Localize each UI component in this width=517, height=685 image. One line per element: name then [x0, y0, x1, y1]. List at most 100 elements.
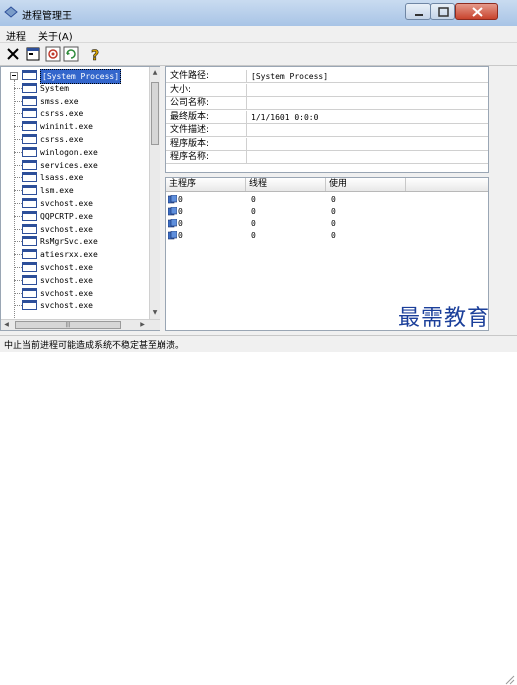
minimize-button[interactable]	[405, 3, 431, 20]
module-icon	[168, 207, 177, 216]
module-icon	[168, 231, 177, 240]
info-key: 程序名称:	[170, 152, 210, 162]
thread-row[interactable]: 0 0 0	[166, 218, 488, 230]
tree-item[interactable]: winlogon.exe	[1, 146, 151, 159]
tree-item-label: svchost.exe	[40, 199, 93, 208]
collapse-icon[interactable]	[10, 72, 18, 80]
app-logo-icon	[4, 6, 18, 18]
tree-item[interactable]: services.exe	[1, 159, 151, 172]
process-icon	[22, 274, 37, 285]
process-icon	[22, 223, 37, 234]
toolbar: ?	[0, 43, 517, 66]
process-icon	[22, 95, 37, 106]
refresh-icon[interactable]	[62, 45, 80, 63]
tree-item[interactable]: csrss.exe	[1, 107, 151, 120]
resize-grip-icon[interactable]	[503, 673, 515, 685]
status-bar: 中止当前进程可能造成系统不稳定甚至崩溃。	[0, 335, 517, 685]
thread-row[interactable]: 0 0 0	[166, 206, 488, 218]
menu-process[interactable]: 进程	[6, 28, 26, 43]
process-icon	[22, 236, 37, 247]
tree-item[interactable]: System	[1, 82, 151, 95]
help-icon[interactable]: ?	[86, 45, 104, 63]
column-header-thread[interactable]: 线程	[246, 178, 326, 191]
close-x-icon[interactable]	[4, 45, 22, 63]
maximize-button[interactable]	[430, 3, 455, 20]
tree-item[interactable]: atiesrxx.exe	[1, 248, 151, 261]
scroll-thumb-horizontal[interactable]: |||	[15, 321, 121, 329]
tree-item[interactable]: svchost.exe	[1, 223, 151, 236]
tree-item[interactable]: svchost.exe	[1, 261, 151, 274]
column-divider	[246, 137, 247, 151]
close-window-button[interactable]	[455, 3, 498, 20]
tree-item[interactable]: svchost.exe	[1, 287, 151, 300]
tree-item-label: services.exe	[40, 160, 98, 170]
tree-item-label: lsass.exe	[40, 173, 84, 183]
process-icon	[22, 262, 37, 272]
tree-item[interactable]: csrss.exe	[1, 133, 151, 146]
thread-list-header: 主程序 线程 使用	[166, 178, 488, 192]
tree-horizontal-scrollbar[interactable]: ◀ ||| ▶	[1, 319, 160, 330]
thread-cell-thread: 0	[251, 195, 256, 204]
thread-row[interactable]: 0 0 0	[166, 230, 488, 242]
process-tree[interactable]: [System Process] System smss.exe csrss.exe…	[0, 66, 160, 331]
column-divider	[246, 124, 247, 137]
tree-item-label: svchost.exe	[40, 301, 93, 311]
scroll-thumb[interactable]	[151, 82, 159, 145]
info-value: [System Process]	[251, 72, 329, 81]
process-icon	[22, 146, 37, 157]
tree-vertical-scrollbar[interactable]: ▲ ▼	[149, 67, 160, 319]
tree-item-label: csrss.exe	[40, 135, 84, 144]
app-window: 进程管理王 进程 关于(A) ? [System Process] System…	[0, 0, 517, 685]
process-icon	[22, 134, 37, 144]
thread-cell-usage: 0	[331, 195, 336, 204]
tree-item-label: wininit.exe	[40, 122, 93, 132]
thread-cell-usage: 0	[331, 207, 336, 216]
scroll-up-icon[interactable]: ▲	[150, 67, 160, 78]
tree-item-label: svchost.exe	[40, 263, 93, 272]
tree-item-label: winlogon.exe	[40, 147, 98, 157]
tree-item[interactable]: lsass.exe	[1, 171, 151, 184]
tree-item[interactable]: RsMgrSvc.exe	[1, 235, 151, 248]
scroll-down-icon[interactable]: ▼	[150, 307, 160, 318]
thread-cell-thread: 0	[251, 207, 256, 216]
tree-item[interactable]: lsm.exe	[1, 184, 151, 197]
column-divider	[246, 83, 247, 97]
tree-item[interactable]: smss.exe	[1, 95, 151, 108]
close-icon	[472, 7, 483, 17]
process-window-icon[interactable]	[24, 45, 42, 63]
column-divider	[246, 70, 247, 83]
info-value: 1/1/1601 0:0:0	[251, 112, 319, 122]
tree-item[interactable]: wininit.exe	[1, 120, 151, 133]
tree-item-root[interactable]: [System Process]	[1, 69, 151, 84]
scroll-left-icon[interactable]: ◀	[1, 320, 12, 330]
tree-item[interactable]: svchost.exe	[1, 197, 151, 210]
tree-item[interactable]: svchost.exe	[1, 299, 151, 312]
column-divider	[246, 110, 247, 124]
info-key: 大小:	[170, 84, 192, 95]
thread-row[interactable]: 0 0 0	[166, 194, 488, 206]
target-icon[interactable]	[44, 45, 62, 63]
process-icon	[22, 249, 37, 260]
status-text: 中止当前进程可能造成系统不稳定甚至崩溃。	[4, 341, 185, 351]
thread-cell-main: 0	[178, 195, 183, 204]
thread-cell-usage: 0	[331, 231, 336, 240]
module-icon	[168, 219, 177, 228]
svg-text:?: ?	[91, 48, 99, 63]
file-info-panel: 文件路径: [System Process] 大小: 公司名称: 最终版本: 1/1/16…	[165, 66, 489, 173]
thread-cell-main: 0	[178, 207, 183, 216]
menu-about[interactable]: 关于(A)	[38, 28, 73, 43]
info-key: 最终版本:	[170, 111, 210, 122]
process-icon	[22, 172, 37, 183]
tree-item-label: lsm.exe	[40, 186, 74, 196]
tree-item[interactable]: svchost.exe	[1, 274, 151, 287]
process-icon	[22, 82, 37, 93]
tree-item[interactable]: QQPCRTP.exe	[1, 210, 151, 223]
column-header-main[interactable]: 主程序	[166, 178, 246, 191]
info-row: 大小:	[166, 83, 488, 97]
tree-item-label: smss.exe	[40, 96, 79, 106]
column-header-usage[interactable]: 使用	[326, 178, 406, 191]
window-title: 进程管理王	[22, 11, 72, 22]
process-icon	[22, 287, 37, 298]
title-bar[interactable]: 进程管理王	[0, 0, 517, 27]
scroll-right-icon[interactable]: ▶	[137, 320, 148, 330]
